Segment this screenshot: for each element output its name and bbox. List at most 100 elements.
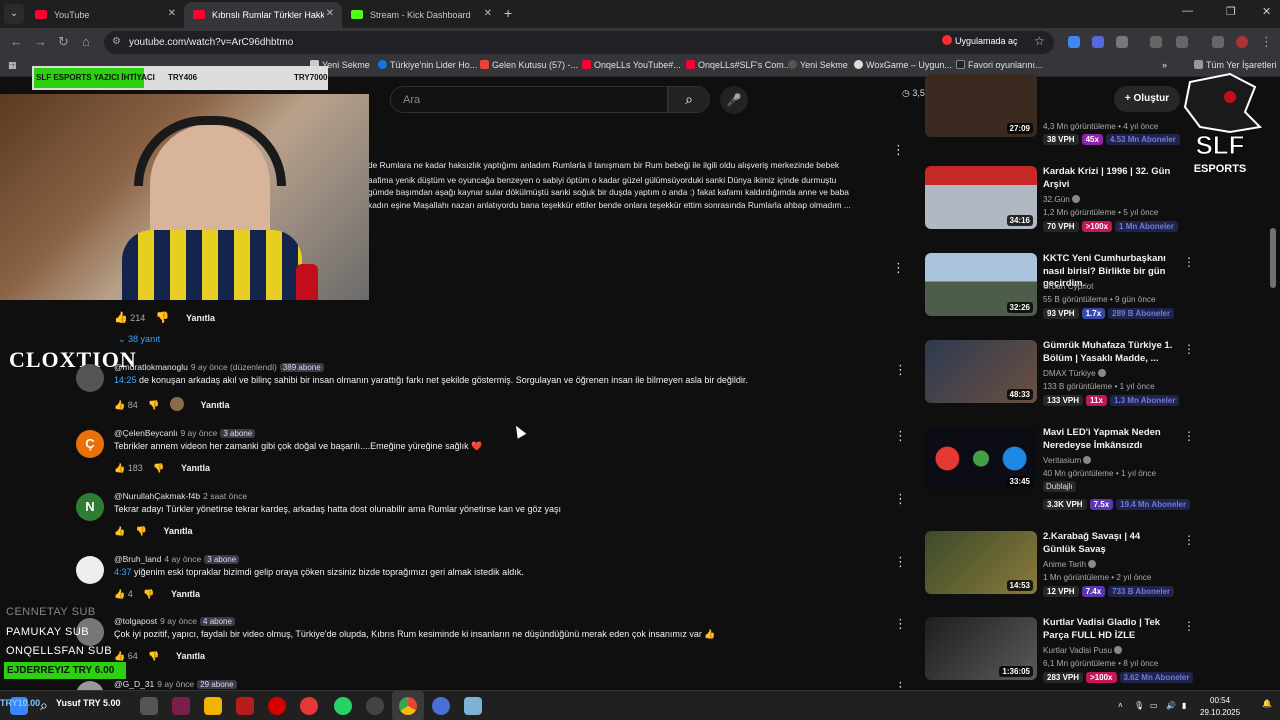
- app-icon[interactable]: [236, 697, 254, 715]
- comment-menu-icon[interactable]: ⋮: [894, 362, 907, 378]
- comment-author[interactable]: @muratlokmanoglu: [114, 362, 188, 372]
- microphone-icon[interactable]: 🎤: [720, 86, 748, 114]
- channel-name[interactable]: Urban Cypriot: [1043, 282, 1094, 291]
- channel-name[interactable]: Anime Tarih: [1043, 560, 1097, 569]
- comment-author[interactable]: @tolgapost: [114, 616, 157, 626]
- password-extension-icon[interactable]: [1176, 36, 1188, 48]
- video-menu-icon[interactable]: ⋮: [1183, 429, 1195, 443]
- restore-icon[interactable]: ❐: [1226, 5, 1236, 18]
- bookmark-item[interactable]: Yeni Sekme: [788, 60, 848, 70]
- comment-menu-icon[interactable]: ⋮: [894, 491, 907, 507]
- forward-arrow-icon[interactable]: →: [34, 34, 47, 49]
- chrome-icon[interactable]: [399, 697, 417, 715]
- video-menu-icon[interactable]: ⋮: [1183, 255, 1195, 269]
- dislike-icon[interactable]: 👎: [143, 589, 154, 599]
- search-box[interactable]: Ara: [390, 86, 668, 113]
- video-thumbnail[interactable]: 1:36:05: [925, 617, 1037, 680]
- bookmarks-overflow-icon[interactable]: »: [1162, 60, 1167, 70]
- tab-kick-dashboard[interactable]: Stream - Kick Dashboard ✕: [342, 2, 500, 28]
- recommended-video[interactable]: 32:26 KKTC Yeni Cumhurbaşkanı nasıl biri…: [925, 253, 1195, 325]
- video-title[interactable]: Mavi LED'i Yapmak Neden Neredeyse İmkâns…: [1043, 427, 1175, 452]
- channel-name[interactable]: DMAX Türkiye: [1043, 369, 1106, 378]
- comment-menu-icon[interactable]: ⋮: [894, 428, 907, 444]
- avatar[interactable]: [76, 681, 104, 690]
- replies-toggle[interactable]: ⌄ 38 yanıt: [118, 334, 160, 345]
- app-icon[interactable]: [432, 697, 450, 715]
- open-in-app-button[interactable]: Uygulamada aç: [942, 35, 1018, 50]
- video-title[interactable]: Kurtlar Vadisi Gladio | Tek Parça FULL H…: [1043, 617, 1175, 642]
- reading-list-icon[interactable]: [1212, 36, 1224, 48]
- new-tab-plus-icon[interactable]: +: [504, 5, 512, 21]
- bookmark-item[interactable]: Türkiye'nin Lider Ho...: [378, 60, 477, 70]
- channel-name[interactable]: Kurtlar Vadisi Pusu: [1043, 646, 1123, 655]
- timestamp-link[interactable]: 4:37: [114, 567, 132, 577]
- display-tray-icon[interactable]: ▭: [1150, 701, 1158, 710]
- video-thumbnail[interactable]: 14:53: [925, 531, 1037, 594]
- avatar[interactable]: Ç: [76, 430, 104, 458]
- comment-author[interactable]: @Bruh_land: [114, 554, 161, 564]
- media-player-icon[interactable]: [300, 697, 318, 715]
- bookmark-item[interactable]: Favori oyunlarını...: [956, 60, 1043, 70]
- browser-menu-icon[interactable]: ⋮: [1260, 34, 1273, 50]
- like-icon[interactable]: 👍: [114, 311, 128, 324]
- recommended-video[interactable]: 33:45 Mavi LED'i Yapmak Neden Neredeyse …: [925, 427, 1195, 517]
- minimize-icon[interactable]: —: [1182, 5, 1193, 17]
- comment-menu-icon[interactable]: ⋮: [892, 260, 905, 276]
- clock-date[interactable]: 29.10.2025: [1200, 708, 1240, 717]
- comment-author[interactable]: @G_D_31: [114, 679, 154, 689]
- profile-avatar[interactable]: [1236, 36, 1248, 48]
- recommended-video[interactable]: 34:16 Kardak Krizi | 1996 | 32. Gün Arşi…: [925, 166, 1195, 238]
- home-icon[interactable]: ⌂: [82, 34, 90, 49]
- apps-grid-icon[interactable]: ▦: [8, 60, 17, 71]
- video-title[interactable]: Gümrük Muhafaza Türkiye 1. Bölüm | Yasak…: [1043, 340, 1175, 365]
- dislike-icon[interactable]: 👎: [136, 526, 147, 536]
- channel-name[interactable]: 32.Gün: [1043, 195, 1080, 204]
- bookmark-item[interactable]: OnqeLLs YouTube#...: [582, 60, 681, 70]
- like-icon[interactable]: 👍: [114, 526, 125, 536]
- comment-author[interactable]: @NurullahÇakmak-f4b: [114, 491, 200, 501]
- search-input[interactable]: Ara: [403, 94, 420, 106]
- close-window-icon[interactable]: ✕: [1262, 5, 1271, 18]
- like-icon[interactable]: 👍: [114, 651, 125, 661]
- app-icon[interactable]: [172, 697, 190, 715]
- tab-search-button[interactable]: ⌄: [4, 4, 24, 24]
- comment-menu-icon[interactable]: ⋮: [892, 142, 905, 158]
- like-icon[interactable]: 👍: [114, 400, 125, 410]
- all-bookmarks-folder[interactable]: Tüm Yer İşaretleri: [1194, 60, 1277, 70]
- avatar[interactable]: N: [76, 493, 104, 521]
- file-explorer-icon[interactable]: [204, 697, 222, 715]
- reply-button[interactable]: Yanıtla: [201, 400, 230, 410]
- video-menu-icon[interactable]: ⋮: [1183, 619, 1195, 633]
- extensions-puzzle-icon[interactable]: [1116, 36, 1128, 48]
- bookmark-item[interactable]: Gelen Kutusu (57) -...: [480, 60, 578, 70]
- recommended-video[interactable]: 1:36:05 Kurtlar Vadisi Gladio | Tek Parç…: [925, 617, 1195, 690]
- reply-button[interactable]: Yanıtla: [163, 526, 192, 536]
- video-thumbnail[interactable]: 33:45: [925, 427, 1037, 490]
- dislike-icon[interactable]: 👎: [148, 651, 159, 661]
- comment-menu-icon[interactable]: ⋮: [894, 616, 907, 632]
- steam-icon[interactable]: [366, 697, 384, 715]
- reply-button[interactable]: Yanıtla: [171, 589, 200, 599]
- like-icon[interactable]: 👍: [114, 589, 125, 599]
- translate-extension-icon[interactable]: [1068, 36, 1080, 48]
- address-bar[interactable]: ⚙ youtube.com/watch?v=ArC96dhbtmo Uygula…: [104, 31, 1054, 54]
- back-arrow-icon[interactable]: ←: [10, 34, 23, 49]
- video-thumbnail[interactable]: 48:33: [925, 340, 1037, 403]
- channel-name[interactable]: Veritasium: [1043, 456, 1092, 465]
- video-menu-icon[interactable]: ⋮: [1183, 342, 1195, 356]
- notifications-icon[interactable]: 🔔: [1262, 699, 1272, 708]
- battery-icon[interactable]: ▮: [1182, 701, 1186, 710]
- video-thumbnail[interactable]: 34:16: [925, 166, 1037, 229]
- microphone-tray-icon[interactable]: 🎙: [1134, 701, 1144, 710]
- video-thumbnail[interactable]: 32:26: [925, 253, 1037, 316]
- like-icon[interactable]: 👍: [114, 463, 125, 473]
- bookmark-item[interactable]: OnqeLLs#SLF's Com...: [686, 60, 791, 70]
- app-icon[interactable]: [464, 697, 482, 715]
- reload-icon[interactable]: ↻: [58, 34, 69, 50]
- comment-menu-icon[interactable]: ⋮: [894, 554, 907, 570]
- recommended-video[interactable]: 14:53 2.Karabağ Savaşı | 44 Günlük Savaş…: [925, 531, 1195, 603]
- reply-button[interactable]: Yanıtla: [176, 651, 205, 661]
- url-text[interactable]: youtube.com/watch?v=ArC96dhbtmo: [129, 37, 293, 48]
- dislike-icon[interactable]: 👎: [153, 463, 164, 473]
- reply-button[interactable]: Yanıtla: [181, 463, 210, 473]
